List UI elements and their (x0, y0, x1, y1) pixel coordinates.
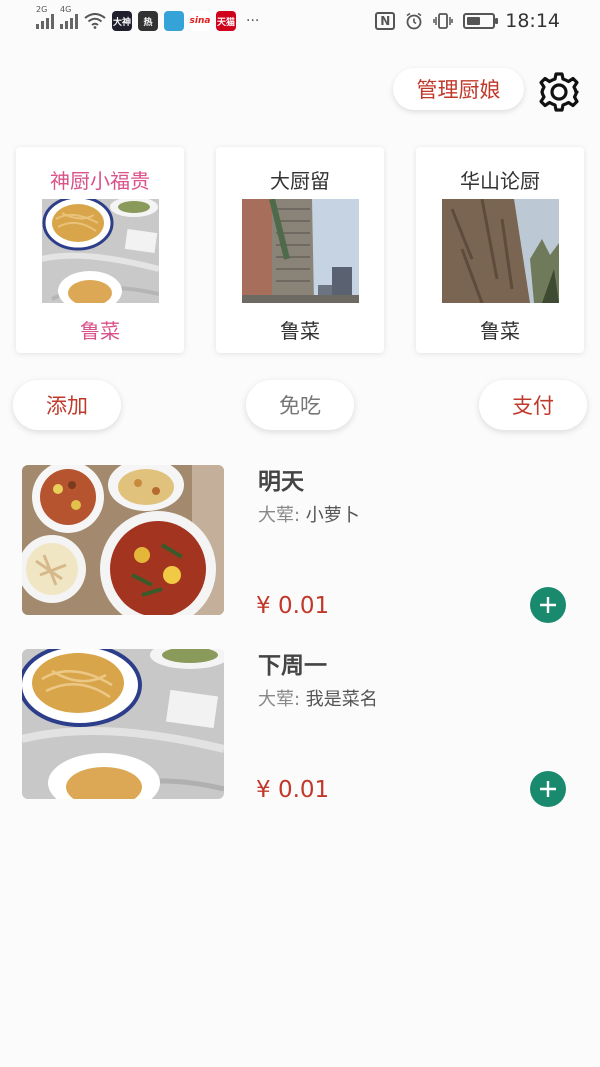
dish-photo (22, 465, 224, 615)
status-bar: 2G 4G 大神 热 sina 天猫 ··· N 18:14 (0, 0, 600, 42)
signal-4g-icon: 4G (60, 5, 78, 29)
vibrate-icon (433, 13, 453, 29)
chef-card[interactable]: 大厨留 鲁菜 (216, 147, 384, 353)
dashen-app-icon: 大神 (112, 11, 132, 31)
chef-name: 华山论厨 (460, 169, 540, 193)
dish-category-label: 大荤: (258, 689, 306, 710)
bilibili-app-icon (164, 11, 184, 31)
wifi-icon (84, 13, 106, 29)
manage-cooks-button[interactable]: 管理厨娘 (393, 68, 524, 110)
battery-icon (463, 13, 499, 29)
gear-icon[interactable] (538, 71, 580, 113)
dish-name: 我是菜名 (305, 689, 378, 710)
status-time: 18:14 (505, 10, 560, 32)
plus-icon (540, 597, 556, 613)
add-button[interactable]: 添加 (13, 380, 121, 430)
chef-photo (241, 199, 359, 303)
dish-photo (22, 649, 224, 799)
chef-card[interactable]: 华山论厨 鲁菜 (416, 147, 584, 353)
dish-price: ¥ 0.01 (256, 593, 330, 619)
chef-name: 大厨留 (270, 169, 330, 193)
nfc-icon: N (375, 12, 396, 30)
signal-4g-label: 4G (60, 5, 72, 14)
signal-2g-icon: 2G (36, 5, 54, 29)
chef-cuisine: 鲁菜 (480, 319, 520, 343)
more-notifications-icon: ··· (246, 13, 260, 29)
chef-card[interactable]: 神厨小福贵 鲁菜 (16, 147, 184, 353)
dish-category-label: 大荤: (258, 505, 306, 526)
plus-icon (540, 781, 556, 797)
dish-title: 下周一 (258, 653, 327, 679)
dish-category: 大荤: 小萝卜 (258, 501, 360, 527)
skip-meal-button[interactable]: 免吃 (246, 380, 354, 430)
status-bar-right: N 18:14 (375, 10, 560, 32)
sina-app-icon: sina (190, 11, 210, 31)
chef-photo (441, 199, 559, 303)
list-item[interactable]: 下周一 大荤: 我是菜名 ¥ 0.01 (22, 649, 578, 807)
chef-photo (41, 199, 159, 303)
chef-cuisine: 鲁菜 (80, 319, 120, 343)
dish-category: 大荤: 我是菜名 (258, 685, 378, 711)
add-to-cart-button[interactable] (530, 587, 566, 623)
hot-app-icon: 热 (138, 11, 158, 31)
list-item[interactable]: 明天 大荤: 小萝卜 ¥ 0.01 (22, 465, 578, 623)
add-to-cart-button[interactable] (530, 771, 566, 807)
status-bar-left: 2G 4G 大神 热 sina 天猫 ··· (36, 5, 260, 31)
dish-title: 明天 (258, 469, 304, 495)
dish-name: 小萝卜 (305, 505, 360, 526)
pay-button[interactable]: 支付 (479, 380, 587, 430)
chef-cuisine: 鲁菜 (280, 319, 320, 343)
dish-price: ¥ 0.01 (256, 777, 330, 803)
chef-name: 神厨小福贵 (50, 169, 150, 193)
alarm-icon (406, 12, 422, 30)
tmall-app-icon: 天猫 (216, 11, 236, 31)
signal-2g-label: 2G (36, 5, 48, 14)
